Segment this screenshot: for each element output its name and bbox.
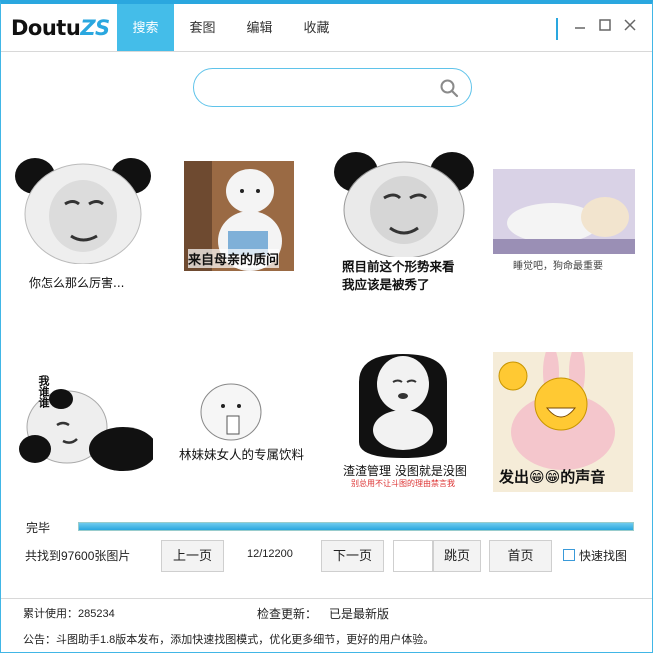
meme-thumbnail[interactable]: 照目前这个形势来看 我应该是被秀了 [334, 152, 474, 297]
meme-caption: 来自母亲的质问 [188, 249, 280, 268]
progress-fill [79, 523, 633, 530]
prev-page-button[interactable]: 上一页 [161, 540, 224, 572]
meme-caption: 发出😁😁的声音 [499, 468, 606, 486]
chair-panda-image [359, 354, 447, 458]
page-indicator: 12/12200 [247, 548, 293, 560]
title-divider [556, 18, 558, 40]
status-text: 完毕 [26, 521, 51, 535]
tab-edit[interactable]: 编辑 [231, 4, 288, 51]
check-update-link[interactable]: 检查更新： [257, 605, 317, 622]
usage-count: 累计使用：285234 [23, 608, 115, 620]
meme-caption: 林妹妹女人的专属饮料 [179, 447, 305, 462]
logo-text: Doutu [11, 16, 81, 40]
search-icon[interactable] [439, 78, 459, 98]
meme-subcaption: 别总用不让斗图的理由禁言我 [351, 479, 455, 488]
update-status: 已是最新版 [329, 607, 390, 621]
search-input[interactable] [208, 78, 428, 98]
jump-page-input[interactable] [393, 540, 433, 572]
tilted-panda-image [19, 389, 157, 471]
meme-thumbnail[interactable]: 睡觉吧，狗命最重要 [493, 169, 635, 274]
meme-caption-line1: 照目前这个形势来看 [342, 259, 455, 274]
meme-thumbnail[interactable]: 发出😁😁的声音 [493, 346, 633, 492]
sleeping-bear-image [493, 169, 635, 254]
meme-thumbnail[interactable]: 你怎么那么厉害... [13, 154, 153, 290]
meme-thumbnail[interactable]: 我谁谁 [13, 369, 157, 474]
quick-search-label[interactable]: 快速找图 [579, 547, 627, 564]
panda-face-image [334, 152, 474, 259]
minimize-icon[interactable] [571, 18, 589, 36]
tab-search[interactable]: 搜索 [117, 4, 174, 51]
search-box [193, 68, 472, 107]
meme-caption: 你怎么那么厉害... [29, 276, 125, 290]
progress-bar [78, 522, 634, 531]
app-logo: DoutuZS [11, 16, 110, 40]
tab-sets[interactable]: 套图 [174, 4, 231, 51]
announcement-text: 公告：斗图助手1.8版本发布，添加快速找图模式，优化更多细节，更好的用户体验。 [23, 634, 435, 646]
jump-page-button[interactable]: 跳页 [433, 540, 481, 572]
close-icon[interactable] [621, 18, 639, 36]
bear-drink-image [200, 383, 262, 441]
tab-favorites[interactable]: 收藏 [288, 4, 345, 51]
home-page-button[interactable]: 首页 [489, 540, 552, 572]
meme-thumbnail[interactable]: 林妹妹女人的专属饮料 [173, 376, 313, 476]
meme-caption: 渣渣管理 没图就是没图 [343, 464, 467, 478]
title-bar: DoutuZS 搜索 套图 编辑 收藏 [1, 4, 652, 52]
meme-caption: 睡觉吧，狗命最重要 [513, 261, 603, 272]
app-window: DoutuZS 搜索 套图 编辑 收藏 你怎么那么厉害... 来自母亲的质问 照… [0, 0, 653, 653]
next-page-button[interactable]: 下一页 [321, 540, 384, 572]
footer-divider [1, 598, 652, 599]
meme-thumbnail[interactable]: 渣渣管理 没图就是没图 别总用不让斗图的理由禁言我 [339, 352, 469, 492]
panda-face-image [15, 158, 151, 265]
meme-caption-line2: 我应该是被秀了 [342, 277, 430, 292]
meme-thumbnail[interactable]: 来自母亲的质问 [184, 161, 294, 271]
logo-accent: ZS [80, 16, 110, 40]
maximize-icon[interactable] [596, 18, 614, 36]
found-count: 共找到97600张图片 [25, 549, 131, 563]
meme-caption: 我谁谁 [37, 375, 50, 408]
quick-search-checkbox[interactable] [563, 549, 575, 561]
